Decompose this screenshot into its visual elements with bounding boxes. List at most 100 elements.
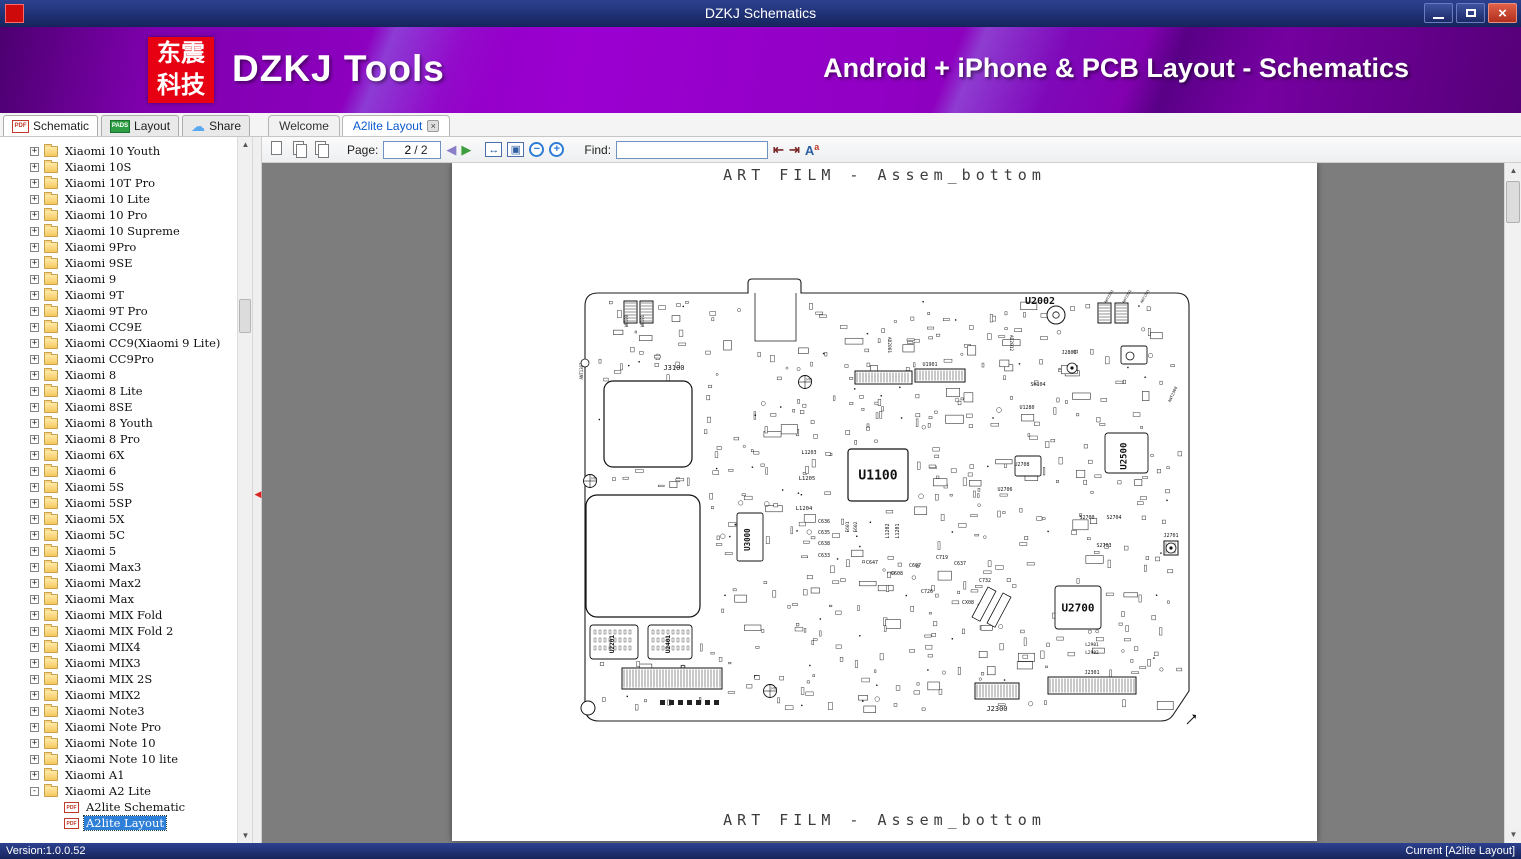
expand-toggle[interactable]: + [30,562,39,572]
tree-item[interactable]: + Xiaomi CC9E [0,319,237,335]
tree-item[interactable]: + Xiaomi 8 Youth [0,415,237,431]
tree-item[interactable]: + Xiaomi 10 Pro [0,207,237,223]
close-icon[interactable]: × [427,120,440,132]
tab-share[interactable]: ☁ Share [182,115,251,136]
scroll-up-icon[interactable]: ▲ [1505,163,1521,179]
tree-item-label[interactable]: Xiaomi 8 Youth [63,416,155,430]
next-page-button[interactable]: ▶ [461,142,471,158]
expand-toggle[interactable]: + [30,258,39,268]
tree-item-label[interactable]: Xiaomi 5X [63,512,126,526]
scroll-down-icon[interactable]: ▼ [1505,827,1521,843]
tree-item[interactable]: + Xiaomi CC9Pro [0,351,237,367]
expand-toggle[interactable]: + [30,642,39,652]
tree-item[interactable]: + Xiaomi 5SP [0,495,237,511]
minimize-button[interactable] [1424,3,1453,23]
tree-item[interactable]: + Xiaomi MIX3 [0,655,237,671]
tree-item[interactable]: + Xiaomi MIX4 [0,639,237,655]
expand-toggle[interactable]: + [30,466,39,476]
doc-tab-welcome[interactable]: Welcome [268,115,340,136]
tree-item[interactable]: + Xiaomi Note 10 lite [0,751,237,767]
expand-toggle[interactable]: + [30,402,39,412]
tree-item[interactable]: + Xiaomi 10S [0,159,237,175]
tree-item[interactable]: + Xiaomi 10T Pro [0,175,237,191]
tree-item[interactable]: + Xiaomi 8 Pro [0,431,237,447]
expand-toggle[interactable]: + [30,530,39,540]
tree-item[interactable]: + Xiaomi MIX Fold 2 [0,623,237,639]
expand-toggle[interactable]: + [30,194,39,204]
scroll-up-icon[interactable]: ▲ [238,137,252,152]
tree-item-label[interactable]: Xiaomi 10 Pro [63,208,149,222]
expand-toggle[interactable]: + [30,706,39,716]
tab-layout[interactable]: PADS Layout [101,115,180,136]
expand-toggle[interactable]: + [30,322,39,332]
find-next-button[interactable]: ⇥ [789,142,800,158]
tree-item[interactable]: + Xiaomi 9SE [0,255,237,271]
tree-item[interactable]: + Xiaomi Max [0,591,237,607]
tree-item-label[interactable]: Xiaomi Max3 [63,560,143,574]
tree-item[interactable]: + Xiaomi Max2 [0,575,237,591]
tree-item-label[interactable]: Xiaomi 10S [63,160,133,174]
tree-item-label[interactable]: Xiaomi 9T [63,288,126,302]
tree-item-label[interactable]: Xiaomi 10T Pro [63,176,157,190]
tree-item-label[interactable]: A2lite Layout [82,815,168,831]
tree-item[interactable]: + Xiaomi MIX Fold [0,607,237,623]
expand-toggle[interactable]: + [30,338,39,348]
tree-item[interactable]: + Xiaomi 8 [0,367,237,383]
expand-toggle[interactable]: + [30,274,39,284]
tree-item[interactable]: + Xiaomi 9T [0,287,237,303]
tree-item-label[interactable]: Xiaomi Note 10 [63,736,158,750]
tree-item-label[interactable]: Xiaomi 8 Pro [63,432,142,446]
tree-item[interactable]: - Xiaomi A2 Lite [0,783,237,799]
expand-toggle[interactable]: + [30,514,39,524]
tree-item-label[interactable]: Xiaomi Max2 [63,576,143,590]
tree-item-label[interactable]: Xiaomi MIX3 [63,656,143,670]
expand-toggle[interactable]: + [30,162,39,172]
tab-schematic[interactable]: PDF Schematic [3,115,99,136]
tree-item-label[interactable]: Xiaomi CC9E [63,320,144,334]
tree-item-label[interactable]: Xiaomi 9 [63,272,118,286]
tree-item-label[interactable]: Xiaomi MIX Fold 2 [63,624,175,638]
tree-item[interactable]: + Xiaomi 8SE [0,399,237,415]
previous-page-button[interactable]: ◀ [446,142,456,158]
fit-width-button[interactable]: ↔ [485,142,503,157]
tree-item[interactable]: + Xiaomi CC9(Xiaomi 9 Lite) [0,335,237,351]
tree-item-label[interactable]: Xiaomi 8 [63,368,118,382]
expand-toggle[interactable]: + [30,754,39,764]
expand-toggle[interactable]: + [30,770,39,780]
tree-item-label[interactable]: Xiaomi CC9Pro [63,352,156,366]
expand-toggle[interactable]: + [30,386,39,396]
expand-toggle[interactable]: + [30,178,39,188]
tree-item[interactable]: + Xiaomi 5X [0,511,237,527]
tree-item-label[interactable]: Xiaomi 5C [63,528,127,542]
fit-page-button[interactable]: ▣ [507,142,525,157]
scrollbar-thumb[interactable] [239,299,251,333]
expand-toggle[interactable]: + [30,370,39,380]
tree-item-label[interactable]: Xiaomi 9T Pro [63,304,150,318]
tree-item[interactable]: + Xiaomi Max3 [0,559,237,575]
tree-item-label[interactable]: Xiaomi 9SE [63,256,134,270]
tree-item-label[interactable]: Xiaomi 5SP [63,496,134,510]
facing-page-view-button[interactable] [292,141,309,158]
zoom-out-button[interactable]: − [529,142,545,157]
expand-toggle[interactable]: + [30,546,39,556]
expand-toggle[interactable]: - [30,786,39,796]
tree-item-label[interactable]: Xiaomi MIX Fold [63,608,164,622]
expand-toggle[interactable]: + [30,450,39,460]
scroll-down-icon[interactable]: ▼ [238,828,252,843]
tree-item[interactable]: + Xiaomi MIX 2S [0,671,237,687]
tree-item[interactable]: + Xiaomi 5S [0,479,237,495]
tree-item-label[interactable]: Xiaomi A2 Lite [63,784,153,798]
tree-item[interactable]: + Xiaomi 10 Youth [0,143,237,159]
tree-item-label[interactable]: Xiaomi 8 Lite [63,384,145,398]
expand-toggle[interactable]: + [30,610,39,620]
tree-item[interactable]: + Xiaomi 6 [0,463,237,479]
tree-item-label[interactable]: Xiaomi 9Pro [63,240,138,254]
tree-item-label[interactable]: Xiaomi 5 [63,544,118,558]
expand-toggle[interactable]: + [30,290,39,300]
tree-item-label[interactable]: Xiaomi Note 10 lite [63,752,180,766]
tree-item-label[interactable]: Xiaomi 10 Lite [63,192,152,206]
tree-item-label[interactable]: Xiaomi 10 Supreme [63,224,182,238]
find-previous-button[interactable]: ⇤ [773,142,784,158]
tree-item[interactable]: + Xiaomi 5C [0,527,237,543]
tree-item[interactable]: + Xiaomi MIX2 [0,687,237,703]
